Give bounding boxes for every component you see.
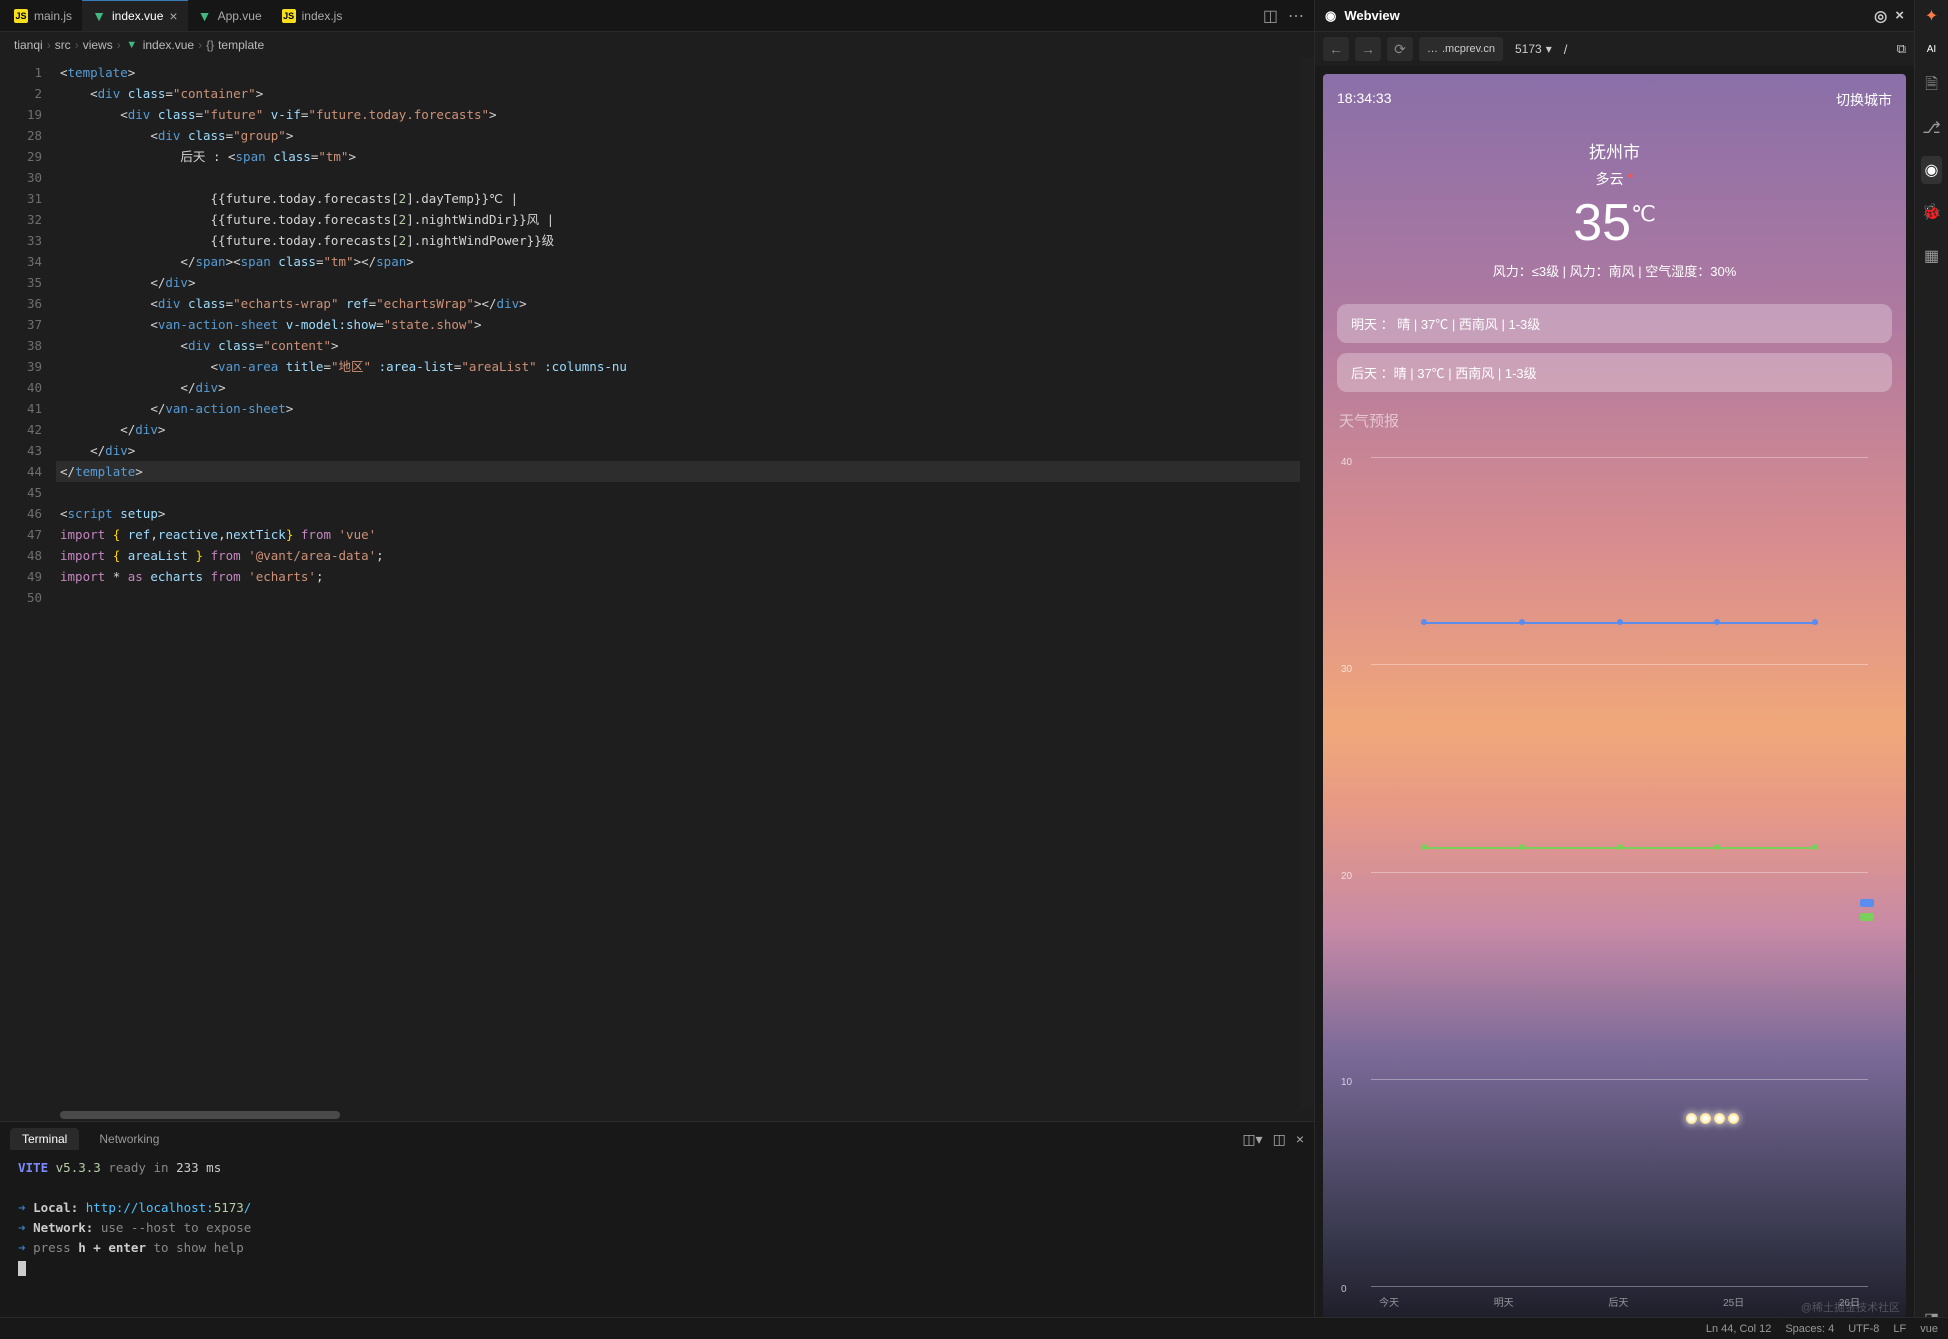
ai-label: AI <box>1927 44 1936 55</box>
networking-tab[interactable]: Networking <box>87 1128 171 1150</box>
file-icon[interactable]: 🗎 <box>1925 73 1938 100</box>
js-icon: JS <box>282 9 296 23</box>
port-select[interactable]: 5173 ▾ <box>1509 42 1558 56</box>
bug-icon[interactable]: 🐞 <box>1922 202 1942 222</box>
forward-button[interactable]: → <box>1355 37 1381 61</box>
webview-title: Webview <box>1344 8 1399 23</box>
breadcrumb: tianqi› src› views› ▼ index.vue› {} temp… <box>0 32 1314 58</box>
vue-icon: ▼ <box>125 38 139 52</box>
crumb[interactable]: tianqi <box>14 38 43 52</box>
status-bar: Ln 44, Col 12 Spaces: 4 UTF-8 LF vue <box>0 1317 1948 1339</box>
terminal-output[interactable]: VITE v5.3.3 ready in 233 ms ➜ Local: htt… <box>0 1150 1314 1339</box>
switch-city-button[interactable]: 切换城市 <box>1836 90 1892 110</box>
forecast-card-day-after[interactable]: 后天 ：晴 | 37℃ | 西南风 | 1-3级 <box>1337 353 1892 392</box>
back-button[interactable]: ← <box>1323 37 1349 61</box>
vue-icon: ▼ <box>198 9 212 23</box>
cursor-position[interactable]: Ln 44, Col 12 <box>1706 1323 1771 1335</box>
crumb[interactable]: index.vue <box>143 38 194 52</box>
crumb[interactable]: src <box>55 38 71 52</box>
panel-close-icon[interactable]: × <box>1296 1131 1304 1148</box>
h-scrollbar[interactable] <box>0 1109 1314 1121</box>
app-preview: 18:34:33 切换城市 抚州市 多云 ● 35℃ 风力：≤3级 | 风力：南… <box>1323 74 1906 1331</box>
panel-split-icon[interactable]: ◫▾ <box>1242 1131 1262 1148</box>
path-input[interactable]: / <box>1564 42 1568 57</box>
preview-icon[interactable]: ◉ <box>1921 156 1943 184</box>
crumb[interactable]: views <box>83 38 113 52</box>
clock-label: 18:34:33 <box>1337 90 1392 110</box>
panel-layout-icon[interactable]: ◫ <box>1273 1131 1286 1148</box>
chevron-down-icon: ▾ <box>1546 42 1552 56</box>
grid-icon[interactable]: ▦ <box>1924 246 1939 266</box>
forecast-card-tomorrow[interactable]: 明天 ： 晴 | 37℃ | 西南风 | 1-3级 <box>1337 304 1892 343</box>
terminal-cursor <box>18 1261 26 1276</box>
vue-icon: ▼ <box>92 9 106 23</box>
crumb[interactable]: template <box>218 38 264 52</box>
indent-status[interactable]: Spaces: 4 <box>1785 1323 1834 1335</box>
editor-tabs: JSmain.js ▼index.vue× ▼App.vue JSindex.j… <box>0 0 1314 32</box>
address-host[interactable]: … .mcprev.cn <box>1419 37 1503 61</box>
ai-spark-icon[interactable]: ✦ <box>1925 6 1938 26</box>
split-editor-icon[interactable]: ◫ <box>1263 6 1278 26</box>
minimap[interactable] <box>1300 58 1314 1109</box>
weather-sub: 风力：≤3级 | 风力：南风 | 空气湿度：30% <box>1337 261 1892 280</box>
compass-icon[interactable]: ◎ <box>1874 7 1887 25</box>
forecast-chart: 403020100 今天明天后天25日26日 <box>1371 449 1868 1315</box>
close-icon[interactable]: × <box>1895 7 1904 24</box>
open-external-icon[interactable]: ⧉ <box>1897 41 1906 57</box>
legend-high <box>1860 899 1874 907</box>
terminal-tab[interactable]: Terminal <box>10 1128 79 1150</box>
tab-index-js[interactable]: JSindex.js <box>272 0 353 31</box>
weather-label: 多云 ● <box>1337 169 1892 189</box>
tab-main-js[interactable]: JSmain.js <box>4 0 82 31</box>
eol-status[interactable]: LF <box>1893 1323 1906 1335</box>
code-editor[interactable]: 1219282930313233343536373839404142434445… <box>0 58 1314 1109</box>
branch-icon[interactable]: ⎇ <box>1922 118 1940 138</box>
forecast-section-title: 天气预报 <box>1339 410 1890 431</box>
encoding-status[interactable]: UTF-8 <box>1848 1323 1879 1335</box>
more-icon[interactable]: ⋯ <box>1288 6 1304 26</box>
legend-low <box>1860 913 1874 921</box>
watermark: @稀土掘金技术社区 <box>1801 1299 1900 1315</box>
tab-app-vue[interactable]: ▼App.vue <box>188 0 272 31</box>
decorative-lights <box>1686 1113 1739 1124</box>
tab-index-vue[interactable]: ▼index.vue× <box>82 0 188 31</box>
city-label: 抚州市 <box>1337 138 1892 163</box>
temperature-label: 35℃ <box>1337 193 1892 253</box>
eye-icon: ◉ <box>1325 8 1336 24</box>
lang-status[interactable]: vue <box>1920 1323 1938 1335</box>
reload-button[interactable]: ⟳ <box>1387 37 1413 61</box>
js-icon: JS <box>14 9 28 23</box>
close-icon[interactable]: × <box>169 8 177 24</box>
